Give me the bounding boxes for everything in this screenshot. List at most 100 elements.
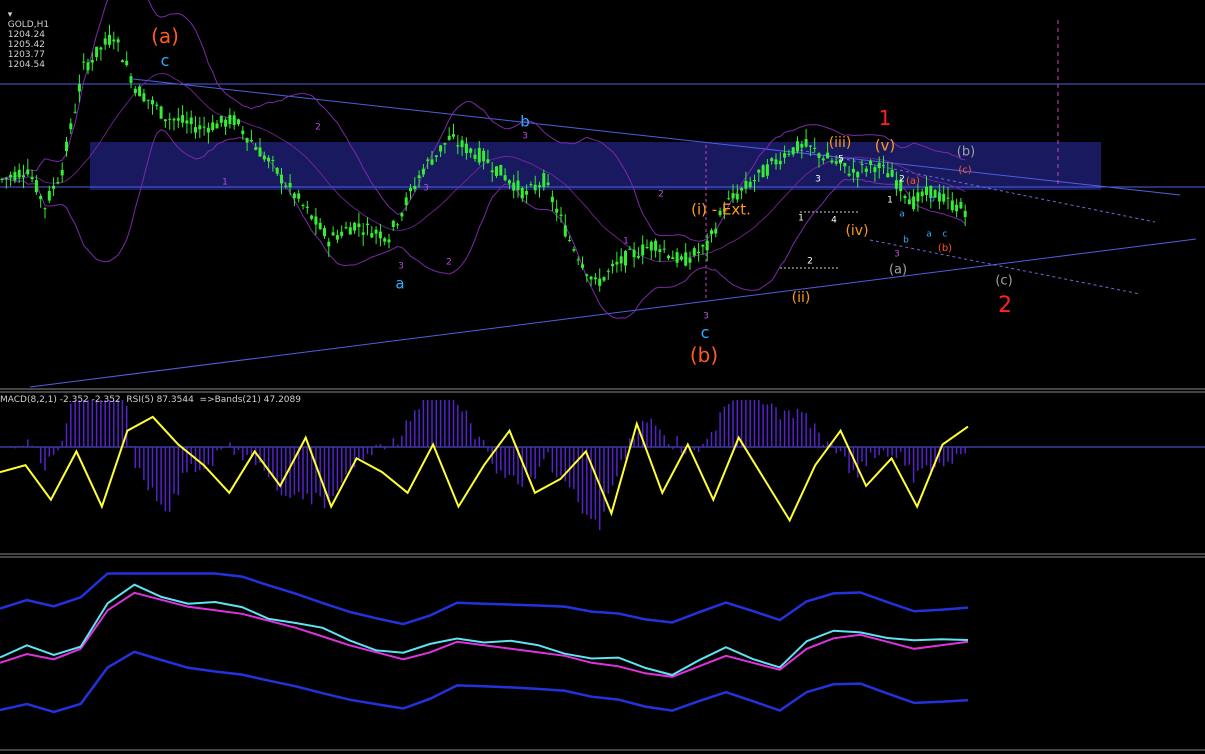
- candle-body: [185, 120, 189, 124]
- candle-body: [847, 173, 851, 176]
- candle-body: [486, 159, 490, 163]
- candle-body: [649, 241, 653, 251]
- candle-body: [714, 228, 718, 234]
- candle-body: [559, 214, 563, 216]
- rsi-path: [0, 415, 969, 523]
- candle-body: [602, 277, 606, 281]
- candle-body: [13, 171, 17, 181]
- wave-label: (b): [937, 243, 953, 254]
- candle-body: [546, 182, 550, 185]
- candle-body: [52, 185, 56, 189]
- candle-body: [378, 231, 382, 239]
- candle-body: [538, 185, 541, 188]
- candle-body: [417, 175, 421, 179]
- wave-label: b: [520, 112, 530, 131]
- candle-body: [258, 147, 262, 157]
- dropdown-arrow-icon[interactable]: ▾: [8, 10, 13, 20]
- candle-body: [585, 274, 589, 276]
- candle-body: [138, 86, 142, 97]
- candle-body: [533, 184, 537, 191]
- candle-body: [856, 171, 860, 178]
- candle-body: [30, 177, 34, 180]
- candle-body: [327, 241, 331, 247]
- candle-body: [903, 195, 907, 199]
- wave-label: 1: [887, 195, 893, 206]
- wave-label: b: [903, 235, 909, 246]
- candle-body: [959, 202, 963, 209]
- candle-body: [39, 195, 43, 200]
- candle-body: [142, 93, 146, 102]
- candle-body: [658, 249, 662, 253]
- candle-body: [43, 208, 47, 210]
- candle-body: [800, 143, 804, 148]
- wave-label: (a): [151, 24, 179, 48]
- candle-body: [103, 38, 107, 45]
- wave-label: 1: [623, 236, 629, 247]
- candle-body: [525, 190, 529, 195]
- candle-body: [129, 76, 133, 83]
- candle-body: [675, 252, 679, 263]
- osc-lower-band: [0, 650, 969, 714]
- candle-body: [426, 159, 430, 161]
- candle-body: [787, 153, 791, 155]
- candle-body: [232, 115, 236, 125]
- candle-body: [125, 60, 129, 66]
- candle-body: [460, 140, 464, 148]
- candle-body: [323, 228, 326, 237]
- candle-body: [430, 159, 434, 165]
- candle-body: [120, 60, 124, 63]
- close-value: 1204.54: [7, 60, 45, 70]
- symbol-label: GOLD,H1: [7, 20, 50, 30]
- candle-body: [477, 148, 481, 163]
- candle-body: [361, 232, 365, 235]
- wave-label: (iii): [828, 135, 852, 151]
- wave-label: 2: [807, 256, 813, 267]
- candle-body: [907, 199, 911, 205]
- candle-body: [473, 154, 477, 159]
- candle-body: [555, 208, 559, 213]
- wave-label: 1: [798, 213, 804, 224]
- candle-body: [860, 163, 864, 165]
- candle-body: [357, 223, 361, 228]
- candle-body: [353, 222, 357, 231]
- candle-body: [168, 118, 172, 120]
- candle-body: [611, 263, 615, 267]
- candle-body: [439, 145, 443, 152]
- wave-label: 1: [878, 106, 892, 130]
- wave-label: 3: [398, 261, 404, 272]
- candle-body: [116, 39, 120, 43]
- candle-body: [598, 278, 602, 286]
- candle-body: [292, 193, 296, 199]
- candle-body: [99, 47, 103, 50]
- candle-body: [69, 123, 73, 130]
- candle-body: [740, 187, 744, 191]
- candle-body: [671, 257, 675, 260]
- candle-body: [314, 216, 318, 225]
- candle-body: [163, 119, 167, 122]
- candle-body: [26, 169, 30, 175]
- candle-body: [434, 155, 438, 157]
- candle-body: [628, 248, 632, 250]
- wave-label: 2: [315, 122, 321, 133]
- candle-body: [146, 99, 150, 101]
- candle-body: [366, 223, 369, 226]
- candle-body: [796, 141, 799, 152]
- candle-body: [464, 143, 468, 154]
- candle-body: [645, 246, 649, 248]
- rsi-line: [0, 415, 969, 523]
- candle-body: [0, 178, 4, 180]
- candle-body: [482, 150, 486, 162]
- candle-body: [288, 182, 292, 188]
- candle-body: [826, 152, 830, 159]
- wave-label: 2: [998, 293, 1012, 318]
- candle-body: [374, 229, 378, 234]
- macd-caption: MACD(8,2,1) -2.352 -2.352 RSI(5) 87.3544…: [0, 395, 301, 405]
- candle-body: [507, 180, 511, 184]
- price-chart-svg: [0, 0, 1205, 751]
- candle-body: [744, 180, 748, 189]
- wave-label: a: [899, 209, 905, 220]
- candle-body: [770, 158, 774, 162]
- candle-body: [189, 117, 193, 125]
- candle-body: [813, 147, 817, 149]
- wave-label: (c): [958, 165, 972, 176]
